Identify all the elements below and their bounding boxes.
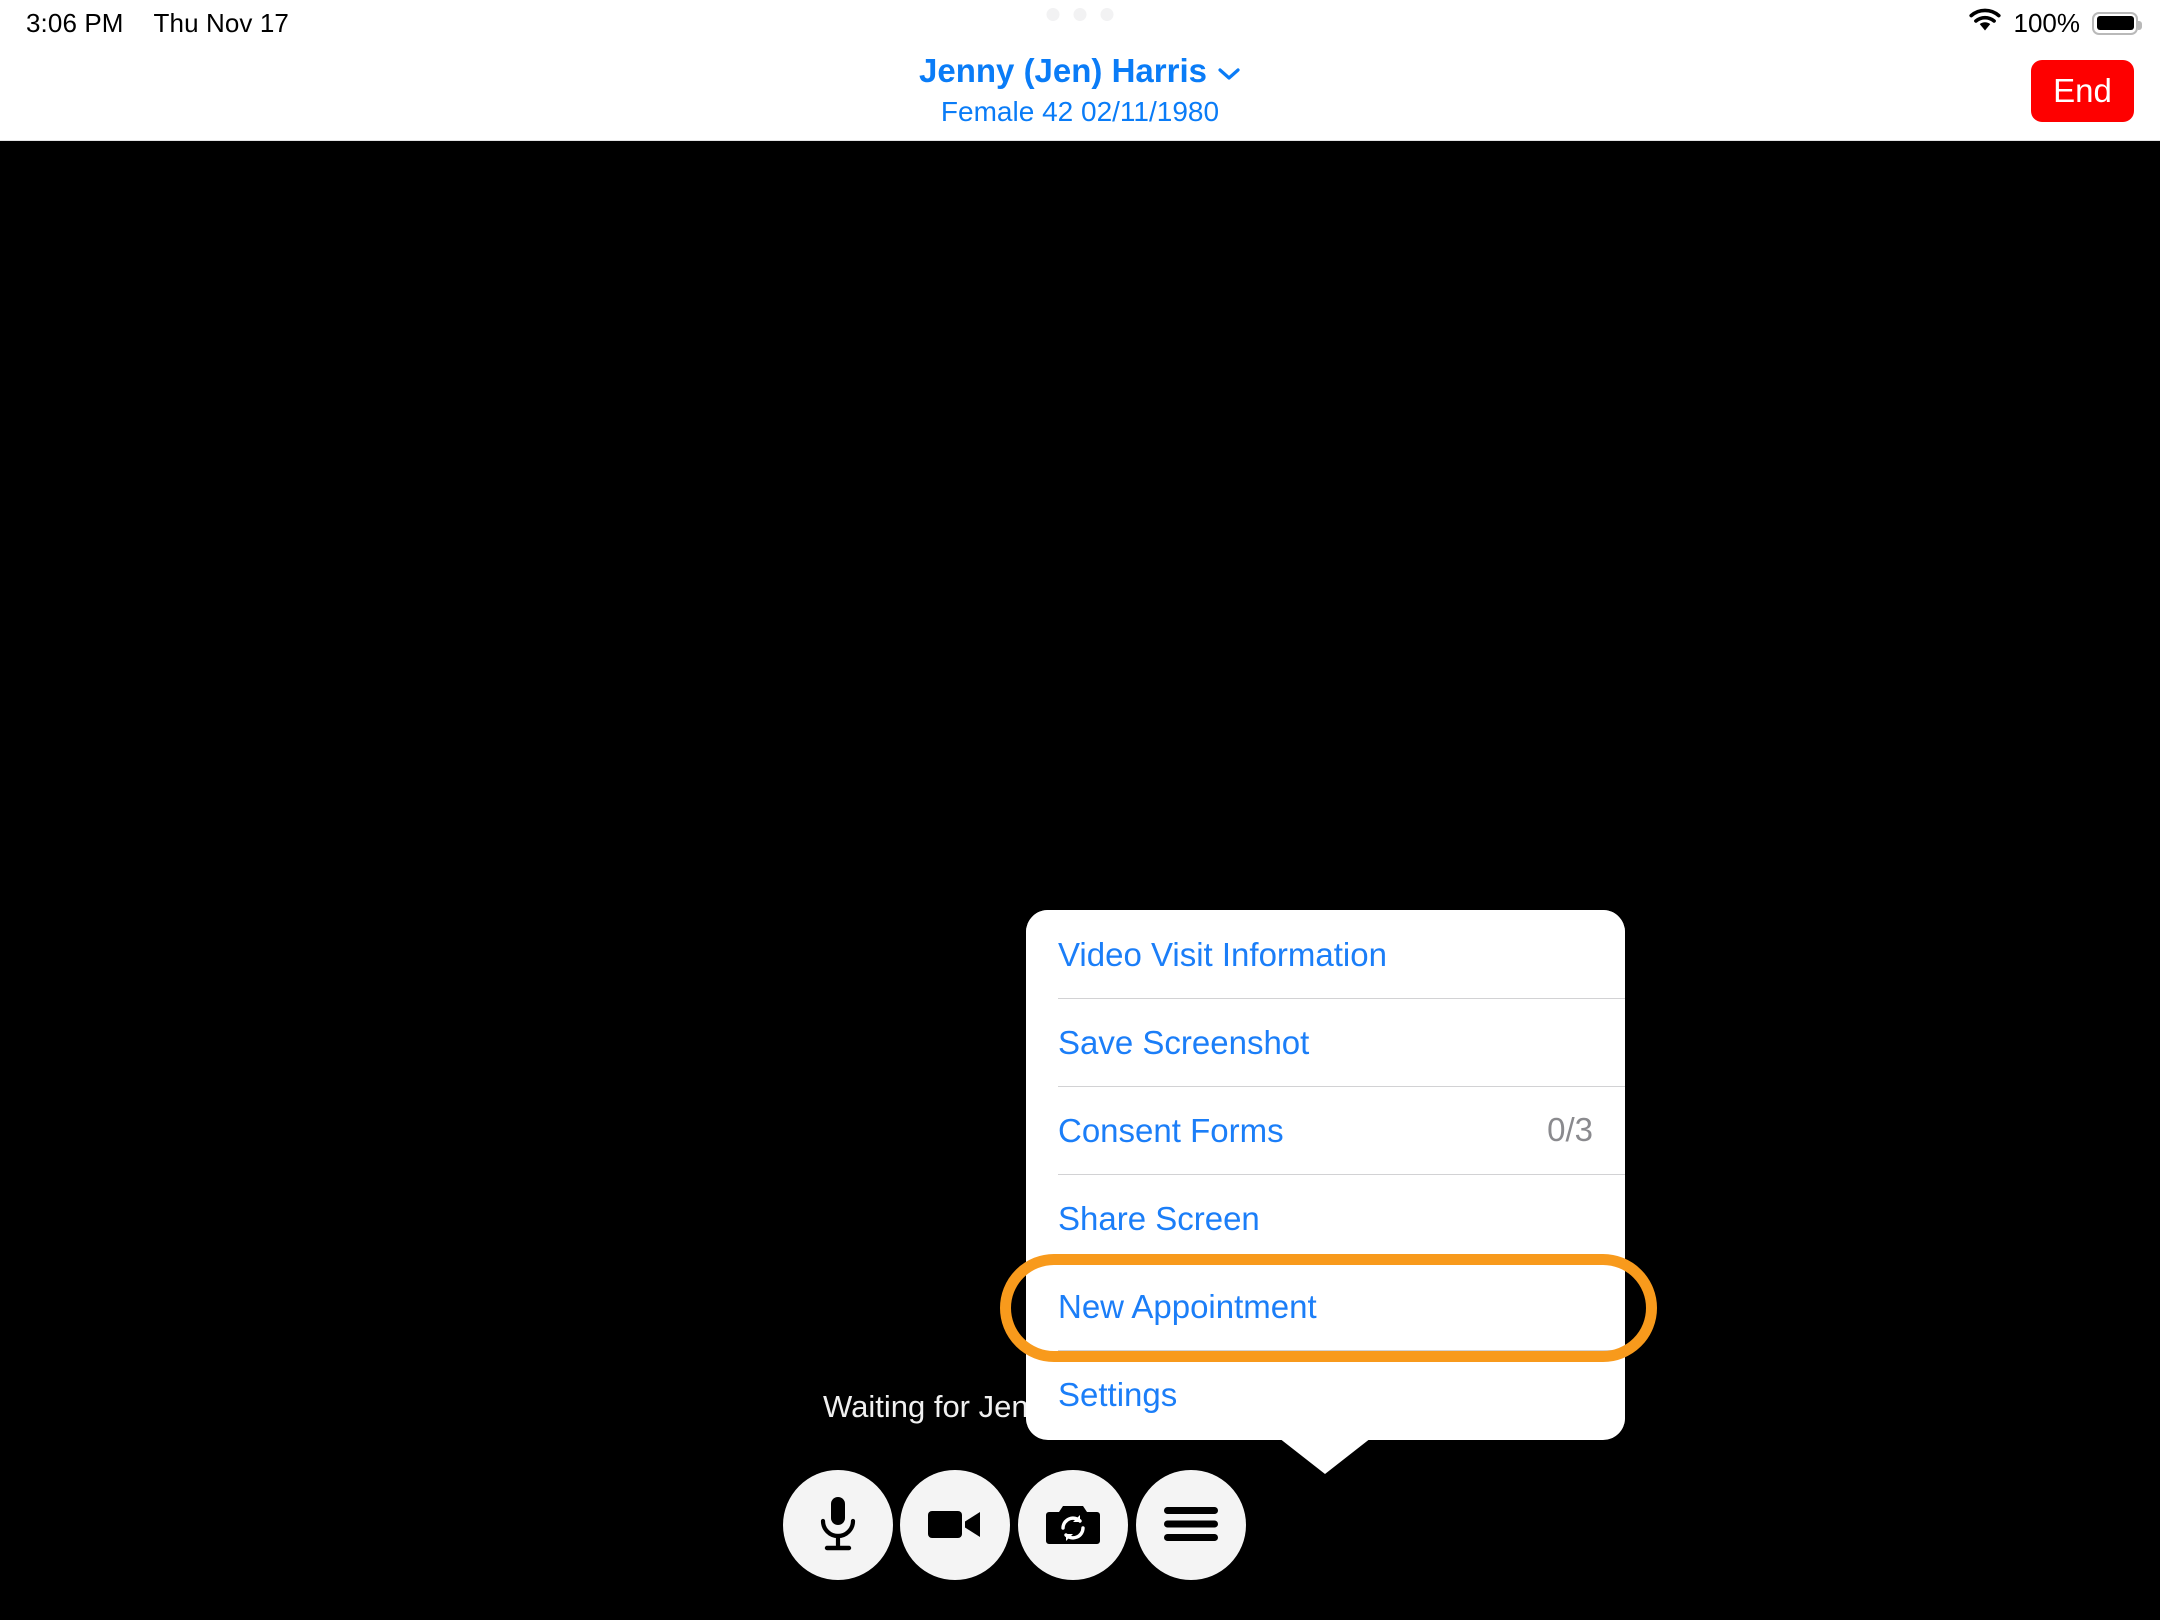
menu-item-badge: 0/3 [1547, 1111, 1593, 1148]
status-time: 3:06 PM [26, 7, 124, 38]
more-menu-button[interactable] [1136, 1470, 1246, 1580]
video-visit-screen: 3:06 PM Thu Nov 17 100% Jenny (Jen) Harr… [0, 0, 2160, 1620]
handle-dot [1100, 8, 1114, 21]
microphone-icon [815, 1495, 861, 1556]
status-bar-right: 100% [1968, 2, 2142, 44]
status-bar: 3:06 PM Thu Nov 17 100% [0, 0, 2160, 46]
menu-item-share-screen[interactable]: Share Screen [1026, 1174, 1625, 1262]
menu-item-new-appointment[interactable]: New Appointment [1026, 1262, 1625, 1350]
menu-item-label: Share Screen [1058, 1199, 1260, 1237]
menu-item-label: Settings [1058, 1375, 1178, 1413]
menu-item-label: New Appointment [1058, 1287, 1317, 1325]
menu-item-consent-forms[interactable]: Consent Forms 0/3 [1026, 1086, 1625, 1174]
patient-header[interactable]: Jenny (Jen) Harris Female 42 02/11/1980 [919, 50, 1241, 131]
battery-fill [2096, 16, 2134, 30]
battery-percent: 100% [2013, 7, 2081, 38]
call-controls-bar [0, 1470, 2160, 1582]
menu-item-video-visit-information[interactable]: Video Visit Information [1026, 910, 1625, 998]
camera-flip-icon [1045, 1502, 1101, 1549]
microphone-button[interactable] [783, 1470, 893, 1580]
video-camera-button[interactable] [900, 1470, 1010, 1580]
status-date: Thu Nov 17 [153, 7, 289, 38]
patient-name: Jenny (Jen) Harris [919, 52, 1207, 89]
menu-item-save-screenshot[interactable]: Save Screenshot [1026, 998, 1625, 1086]
nav-header: Jenny (Jen) Harris Female 42 02/11/1980 … [0, 46, 2160, 141]
patient-name-row[interactable]: Jenny (Jen) Harris [919, 50, 1241, 92]
wifi-icon [1968, 7, 2002, 40]
end-call-button[interactable]: End [2031, 60, 2134, 122]
status-bar-left: 3:06 PM Thu Nov 17 [26, 2, 289, 44]
handle-dot [1073, 8, 1087, 21]
patient-details: Female 42 02/11/1980 [940, 96, 1220, 127]
more-options-popover: Video Visit Information Save Screenshot … [1026, 910, 1625, 1440]
chevron-down-icon[interactable] [1217, 50, 1241, 92]
handle-dot [1046, 8, 1060, 21]
hamburger-menu-icon [1163, 1505, 1219, 1546]
menu-item-label: Video Visit Information [1058, 935, 1387, 973]
menu-item-label: Consent Forms [1058, 1111, 1284, 1149]
battery-full-icon [2092, 11, 2142, 35]
multitasking-handle[interactable] [1046, 8, 1114, 21]
menu-item-label: Save Screenshot [1058, 1023, 1310, 1061]
flip-camera-button[interactable] [1018, 1470, 1128, 1580]
menu-item-settings[interactable]: Settings [1026, 1350, 1625, 1438]
popover-pointer [1279, 1438, 1371, 1474]
video-camera-icon [927, 1505, 983, 1546]
